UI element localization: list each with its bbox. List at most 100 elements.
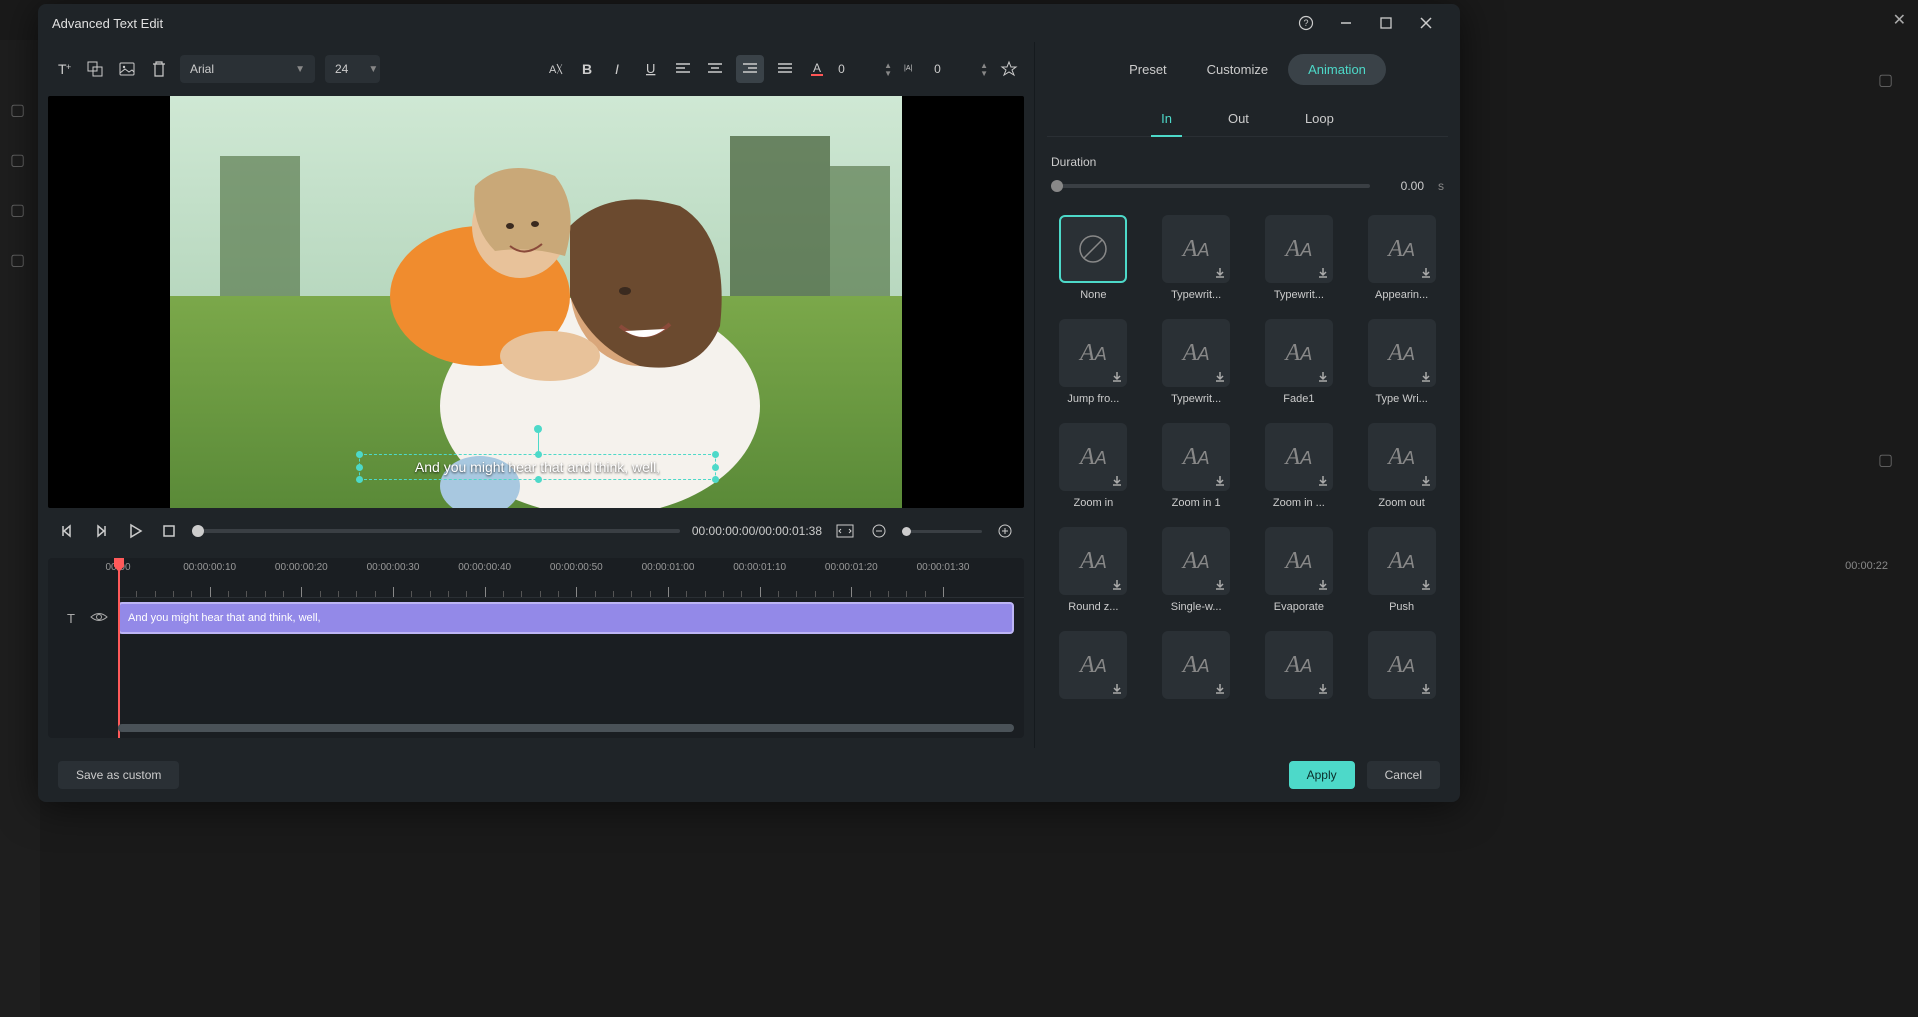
- resize-handle[interactable]: [712, 451, 719, 458]
- animation-item[interactable]: AAZoom out: [1355, 423, 1448, 509]
- effects-icon[interactable]: [998, 58, 1020, 80]
- animation-thumbnail: AA: [1265, 319, 1333, 387]
- align-left-icon[interactable]: [672, 58, 694, 80]
- animation-item[interactable]: AAZoom in ...: [1253, 423, 1346, 509]
- animation-item[interactable]: None: [1047, 215, 1140, 301]
- next-frame-button[interactable]: [90, 520, 112, 542]
- preview-area[interactable]: And you might hear that and think, well,: [48, 96, 1024, 508]
- line-spacing-icon[interactable]: |A|: [902, 58, 924, 80]
- add-shape-icon[interactable]: [84, 58, 106, 80]
- zoom-in-icon[interactable]: [994, 520, 1016, 542]
- help-button[interactable]: ?: [1286, 4, 1326, 42]
- tab-customize[interactable]: Customize: [1187, 54, 1288, 85]
- visibility-icon[interactable]: [90, 610, 108, 626]
- minimize-button[interactable]: [1326, 4, 1366, 42]
- timeline-ruler[interactable]: 00:0000:00:00:1000:00:00:2000:00:00:3000…: [118, 558, 1024, 598]
- close-button[interactable]: [1406, 4, 1446, 42]
- animation-item[interactable]: AA: [1150, 631, 1243, 705]
- playhead[interactable]: [118, 558, 120, 738]
- animation-item[interactable]: AARound z...: [1047, 527, 1140, 613]
- animation-item[interactable]: AATypewrit...: [1253, 215, 1346, 301]
- animation-item[interactable]: AA: [1047, 631, 1140, 705]
- resize-handle[interactable]: [535, 451, 542, 458]
- bg-sidebar-icon: ▢: [10, 150, 30, 170]
- text-track-icon[interactable]: T: [64, 610, 80, 626]
- duration-thumb[interactable]: [1051, 180, 1063, 192]
- chevron-down-icon: ▼: [368, 64, 378, 75]
- text-clip[interactable]: And you might hear that and think, well,: [118, 602, 1014, 634]
- cancel-button[interactable]: Cancel: [1367, 761, 1440, 789]
- animation-item[interactable]: AAJump fro...: [1047, 319, 1140, 405]
- playback-slider[interactable]: [192, 529, 680, 533]
- animation-label: Push: [1389, 601, 1414, 613]
- resize-handle[interactable]: [356, 464, 363, 471]
- maximize-button[interactable]: [1366, 4, 1406, 42]
- char-spacing-input[interactable]: [838, 62, 874, 76]
- animation-item[interactable]: AAFade1: [1253, 319, 1346, 405]
- duration-value: 0.00: [1384, 179, 1424, 193]
- animation-item[interactable]: AAZoom in 1: [1150, 423, 1243, 509]
- font-size-select[interactable]: 24 ▼: [325, 55, 380, 83]
- duration-slider[interactable]: [1051, 184, 1370, 188]
- download-icon: [1419, 370, 1433, 384]
- chevron-down-icon: ▼: [295, 64, 305, 75]
- save-as-custom-button[interactable]: Save as custom: [58, 761, 179, 789]
- rotate-handle[interactable]: [534, 425, 542, 433]
- italic-icon[interactable]: I: [608, 58, 630, 80]
- download-icon: [1316, 474, 1330, 488]
- track-clip-area[interactable]: And you might hear that and think, well,: [118, 602, 1014, 634]
- line-spacing-spinner[interactable]: ▲▼: [980, 62, 988, 77]
- fullscreen-icon[interactable]: [834, 520, 856, 542]
- tab-preset[interactable]: Preset: [1109, 54, 1187, 85]
- animation-label: Type Wri...: [1375, 393, 1427, 405]
- animation-item[interactable]: AASingle-w...: [1150, 527, 1243, 613]
- animation-item[interactable]: AA: [1253, 631, 1346, 705]
- scrollbar-thumb[interactable]: [118, 724, 1014, 732]
- align-right-icon[interactable]: [736, 55, 764, 83]
- play-button[interactable]: [124, 520, 146, 542]
- resize-handle[interactable]: [712, 476, 719, 483]
- animation-thumbnail: AA: [1265, 423, 1333, 491]
- bg-close-icon[interactable]: ✕: [1893, 10, 1906, 30]
- clear-format-icon[interactable]: A: [544, 58, 566, 80]
- animation-item[interactable]: AAType Wri...: [1355, 319, 1448, 405]
- prev-frame-button[interactable]: [56, 520, 78, 542]
- add-image-icon[interactable]: [116, 58, 138, 80]
- animation-item[interactable]: AAEvaporate: [1253, 527, 1346, 613]
- subtitle-selection-box[interactable]: And you might hear that and think, well,: [359, 454, 716, 480]
- stop-button[interactable]: [158, 520, 180, 542]
- animation-item[interactable]: AATypewrit...: [1150, 215, 1243, 301]
- animation-subtabs: In Out Loop: [1047, 103, 1448, 137]
- resize-handle[interactable]: [356, 451, 363, 458]
- underline-icon[interactable]: U: [640, 58, 662, 80]
- zoom-thumb[interactable]: [902, 527, 911, 536]
- tab-animation[interactable]: Animation: [1288, 54, 1386, 85]
- animation-item[interactable]: AAPush: [1355, 527, 1448, 613]
- timeline-scrollbar[interactable]: [118, 724, 1014, 732]
- zoom-slider[interactable]: [902, 530, 982, 533]
- text-color-icon[interactable]: A: [806, 58, 828, 80]
- playback-thumb[interactable]: [192, 525, 204, 537]
- resize-handle[interactable]: [535, 476, 542, 483]
- subtab-loop[interactable]: Loop: [1277, 103, 1362, 136]
- font-select[interactable]: Arial ▼: [180, 55, 315, 83]
- animation-item[interactable]: AA: [1355, 631, 1448, 705]
- bold-icon[interactable]: B: [576, 58, 598, 80]
- delete-icon[interactable]: [148, 58, 170, 80]
- zoom-out-icon[interactable]: [868, 520, 890, 542]
- align-justify-icon[interactable]: [774, 58, 796, 80]
- align-center-icon[interactable]: [704, 58, 726, 80]
- line-spacing-input[interactable]: [934, 62, 970, 76]
- svg-text:A: A: [813, 61, 821, 75]
- char-spacing-spinner[interactable]: ▲▼: [884, 62, 892, 77]
- resize-handle[interactable]: [356, 476, 363, 483]
- subtab-out[interactable]: Out: [1200, 103, 1277, 136]
- animation-thumbnail: AA: [1162, 527, 1230, 595]
- apply-button[interactable]: Apply: [1289, 761, 1355, 789]
- add-text-icon[interactable]: T+: [52, 58, 74, 80]
- animation-item[interactable]: AATypewrit...: [1150, 319, 1243, 405]
- animation-item[interactable]: AAAppearin...: [1355, 215, 1448, 301]
- resize-handle[interactable]: [712, 464, 719, 471]
- animation-item[interactable]: AAZoom in: [1047, 423, 1140, 509]
- subtab-in[interactable]: In: [1133, 103, 1200, 136]
